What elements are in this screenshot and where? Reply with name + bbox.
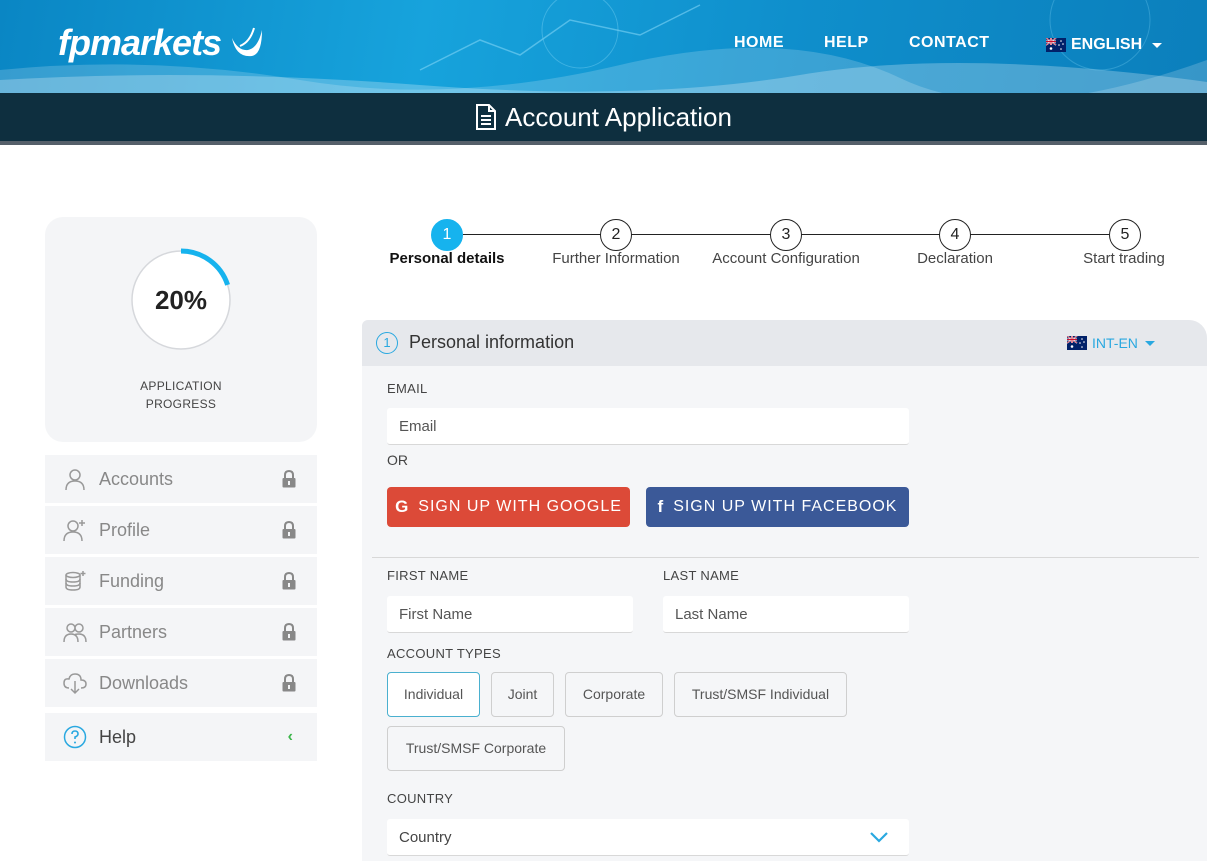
panel-header: 1 Personal information INT-EN bbox=[362, 320, 1207, 366]
country-label: COUNTRY bbox=[387, 791, 454, 806]
first-name-input[interactable] bbox=[387, 596, 633, 633]
email-label: EMAIL bbox=[387, 381, 428, 396]
step-3-circle[interactable]: 3 bbox=[770, 219, 802, 251]
australia-flag-icon bbox=[1046, 38, 1066, 52]
google-icon: G bbox=[395, 497, 410, 516]
cloud-download-icon bbox=[63, 673, 87, 695]
section-number: 1 bbox=[376, 332, 398, 354]
step-4-circle[interactable]: 4 bbox=[939, 219, 971, 251]
country-value: Country bbox=[399, 828, 452, 846]
section-title: Personal information bbox=[409, 332, 575, 352]
step-1-label: Personal details bbox=[389, 250, 505, 267]
users-icon bbox=[63, 623, 87, 643]
language-selector[interactable]: ENGLISH bbox=[1046, 36, 1163, 54]
australia-flag-icon bbox=[1067, 336, 1087, 350]
progress-label: APPLICATION PROGRESS bbox=[140, 379, 222, 411]
sidebar-item-partners[interactable]: Partners bbox=[45, 608, 317, 656]
step-5-label: Start trading bbox=[1083, 250, 1165, 267]
sidebar-item-help[interactable]: Help ‹ bbox=[45, 713, 317, 761]
application-progress-card: 20% APPLICATION PROGRESS bbox=[45, 217, 317, 442]
account-type-joint[interactable]: Joint bbox=[491, 672, 554, 717]
locale-label: INT-EN bbox=[1092, 335, 1138, 351]
section-divider bbox=[372, 557, 1199, 558]
logo-swoosh-icon bbox=[232, 27, 262, 57]
lock-icon bbox=[282, 470, 296, 488]
locale-selector[interactable]: INT-EN bbox=[1067, 335, 1155, 351]
page-title-bar: Account Application bbox=[0, 93, 1207, 145]
lock-icon bbox=[282, 572, 296, 590]
account-type-individual[interactable]: Individual bbox=[387, 672, 480, 717]
step-5-circle[interactable]: 5 bbox=[1109, 219, 1141, 251]
fpmarkets-logo[interactable]: fpmarkets bbox=[58, 22, 222, 64]
sidebar-item-downloads[interactable]: Downloads bbox=[45, 659, 317, 707]
page-title: Account Application bbox=[505, 101, 732, 132]
step-1-circle[interactable]: 1 bbox=[431, 219, 463, 251]
coins-icon bbox=[65, 571, 86, 591]
user-plus-icon bbox=[63, 520, 85, 542]
personal-information-panel: 1 Personal information INT-EN EMAIL OR G… bbox=[362, 320, 1207, 861]
nav-home[interactable]: HOME bbox=[734, 34, 784, 52]
sidebar-item-label: Profile bbox=[99, 519, 151, 540]
help-icon bbox=[63, 725, 87, 749]
nav-help[interactable]: HELP bbox=[824, 34, 869, 52]
sidebar-item-funding[interactable]: Funding bbox=[45, 557, 317, 605]
sidebar-item-profile[interactable]: Profile bbox=[45, 506, 317, 554]
account-type-trust-smsf-corporate[interactable]: Trust/SMSF Corporate bbox=[387, 726, 565, 771]
chevron-left-icon: ‹ bbox=[287, 728, 293, 745]
or-separator: OR bbox=[387, 452, 408, 468]
sidebar-item-label: Accounts bbox=[99, 468, 174, 489]
sidebar-item-label: Partners bbox=[99, 621, 168, 642]
lock-icon bbox=[282, 521, 296, 539]
sign-up-facebook-button[interactable]: f SIGN UP WITH FACEBOOK bbox=[646, 487, 909, 527]
account-types-label: ACCOUNT TYPES bbox=[387, 646, 501, 661]
caret-down-icon bbox=[1152, 42, 1163, 48]
user-icon bbox=[65, 469, 85, 491]
sidebar-item-label: Downloads bbox=[99, 672, 189, 693]
first-name-label: FIRST NAME bbox=[387, 568, 469, 583]
sign-up-google-button[interactable]: G SIGN UP WITH GOOGLE bbox=[387, 487, 630, 527]
account-type-trust-smsf-individual[interactable]: Trust/SMSF Individual bbox=[674, 672, 847, 717]
step-2-circle[interactable]: 2 bbox=[600, 219, 632, 251]
account-type-corporate[interactable]: Corporate bbox=[565, 672, 663, 717]
last-name-label: LAST NAME bbox=[663, 568, 740, 583]
last-name-input[interactable] bbox=[663, 596, 909, 633]
step-4-label: Declaration bbox=[917, 250, 993, 267]
lock-icon bbox=[282, 674, 296, 692]
lock-icon bbox=[282, 623, 296, 641]
document-icon bbox=[476, 104, 497, 130]
nav-contact[interactable]: CONTACT bbox=[909, 34, 990, 52]
step-3-label: Account Configuration bbox=[712, 250, 860, 267]
email-input[interactable] bbox=[387, 408, 909, 445]
language-label: ENGLISH bbox=[1071, 36, 1143, 53]
chevron-down-icon bbox=[870, 832, 888, 843]
country-select[interactable]: Country bbox=[387, 819, 909, 856]
caret-down-icon bbox=[1144, 340, 1155, 346]
progress-percent: 20% bbox=[154, 285, 208, 315]
step-2-label: Further Information bbox=[552, 250, 680, 267]
site-header: fpmarkets HOME HELP CONTACT ENGLISH bbox=[0, 0, 1207, 93]
facebook-icon: f bbox=[657, 497, 665, 516]
sidebar-item-label: Funding bbox=[99, 570, 165, 591]
sidebar-item-accounts[interactable]: Accounts bbox=[45, 455, 317, 503]
sidebar-item-label: Help bbox=[99, 726, 137, 747]
